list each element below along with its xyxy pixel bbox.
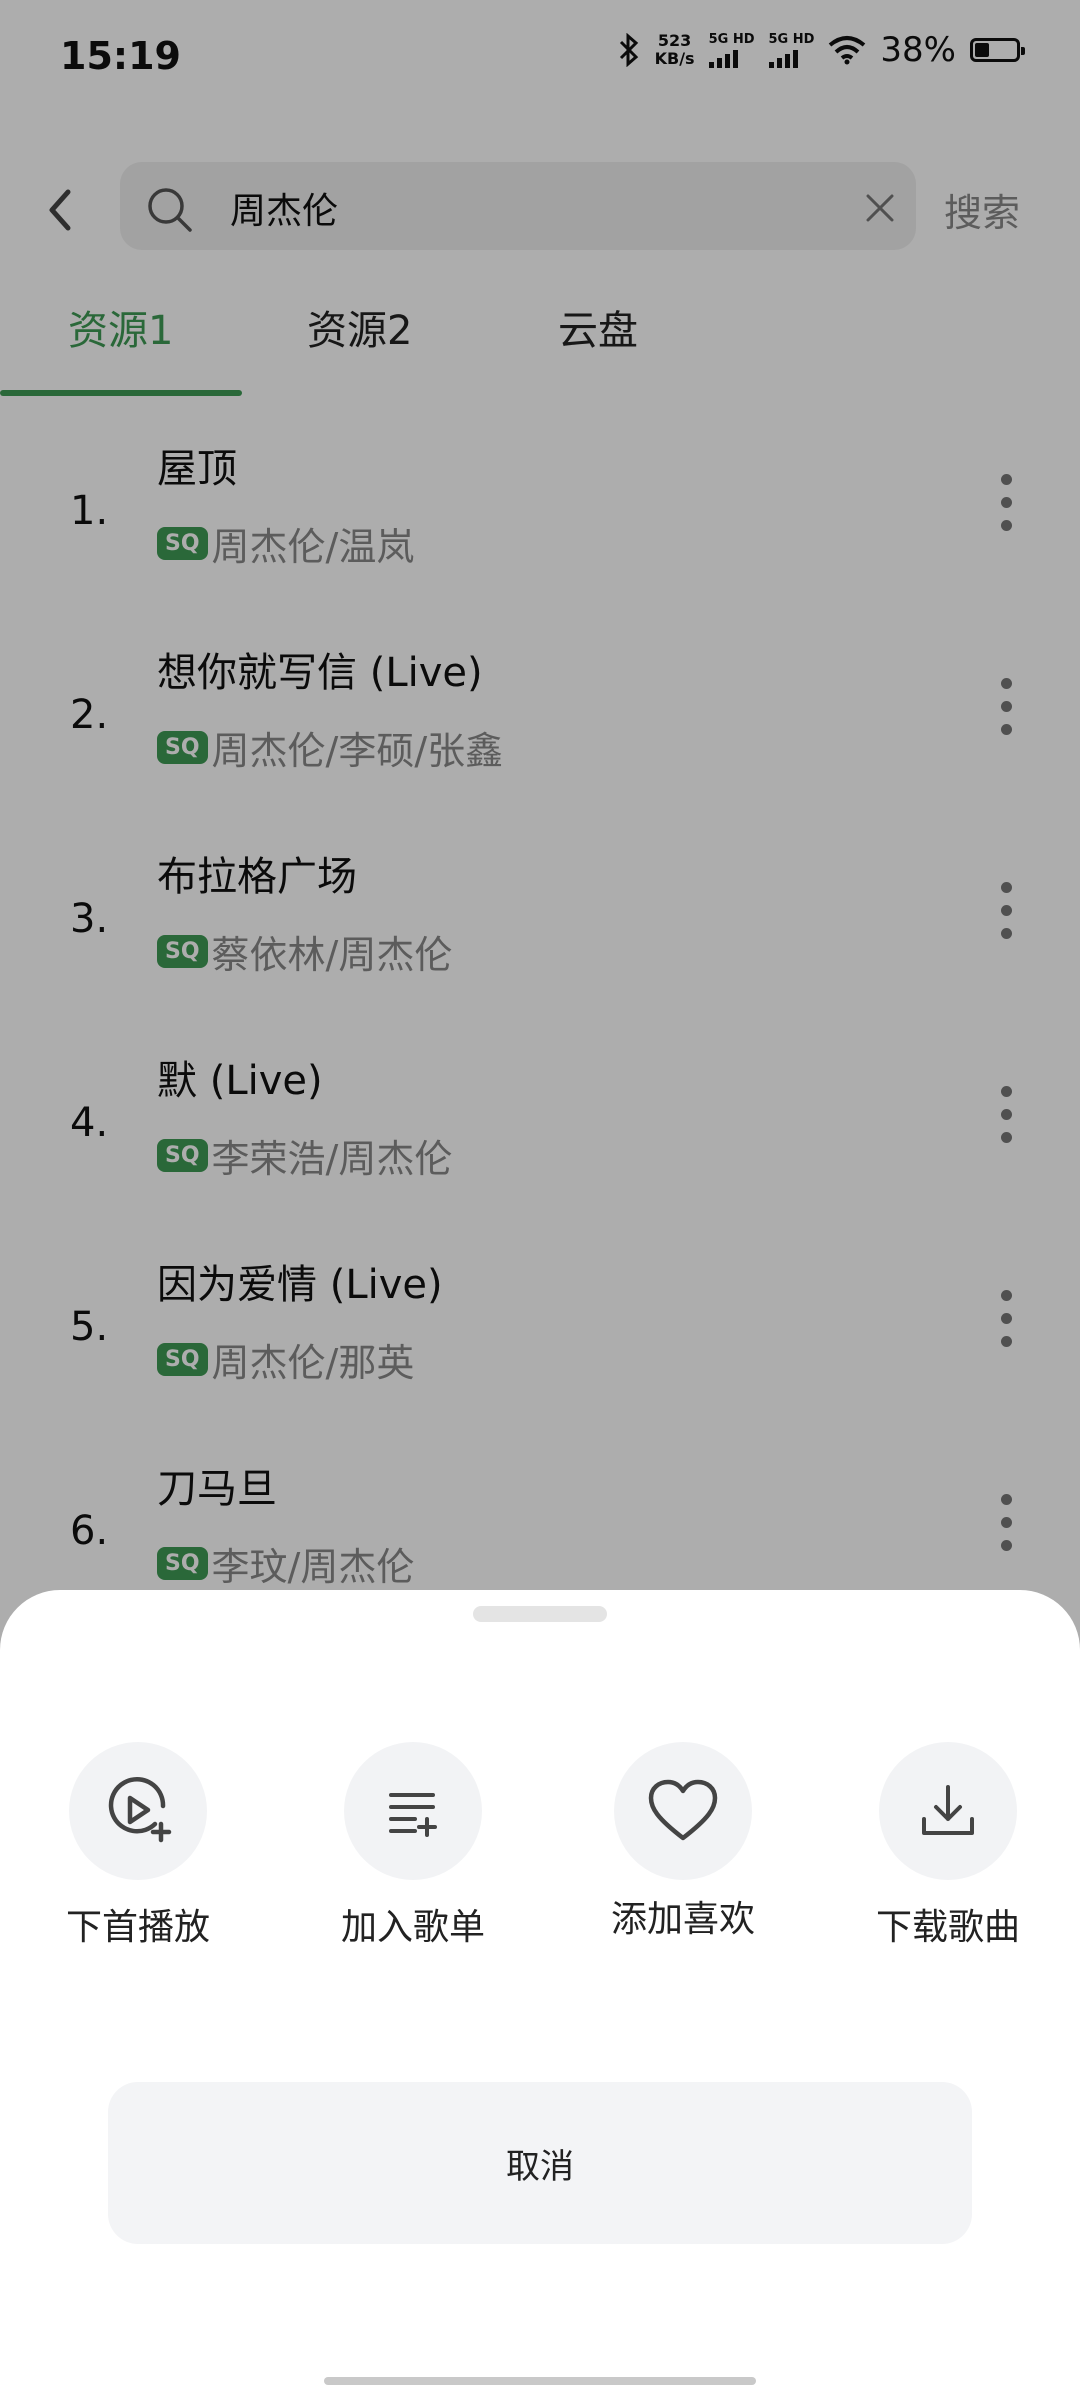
add-to-playlist-icon bbox=[389, 1793, 437, 1837]
home-indicator[interactable] bbox=[324, 2377, 756, 2385]
cancel-button[interactable]: 取消 bbox=[108, 2082, 972, 2244]
song-actions-sheet: 下首播放 加入歌单 添加喜欢 下载歌曲 取消 bbox=[0, 1590, 1080, 2388]
download-label: 下载歌曲 bbox=[875, 1907, 1020, 1948]
add-to-playlist-button[interactable]: 加入歌单 bbox=[313, 1742, 513, 1950]
heart-icon bbox=[648, 1779, 718, 1841]
download-icon bbox=[922, 1785, 974, 1835]
add-to-favorites-button[interactable]: 添加喜欢 bbox=[583, 1742, 783, 1942]
play-next-button[interactable]: 下首播放 bbox=[38, 1742, 238, 1950]
sheet-drag-handle[interactable] bbox=[473, 1606, 607, 1622]
download-button[interactable]: 下载歌曲 bbox=[848, 1742, 1048, 1950]
add-to-playlist-label: 加入歌单 bbox=[340, 1907, 485, 1948]
add-to-favorites-label: 添加喜欢 bbox=[610, 1899, 755, 1940]
play-next-label: 下首播放 bbox=[65, 1907, 210, 1948]
play-next-icon bbox=[108, 1776, 172, 1843]
